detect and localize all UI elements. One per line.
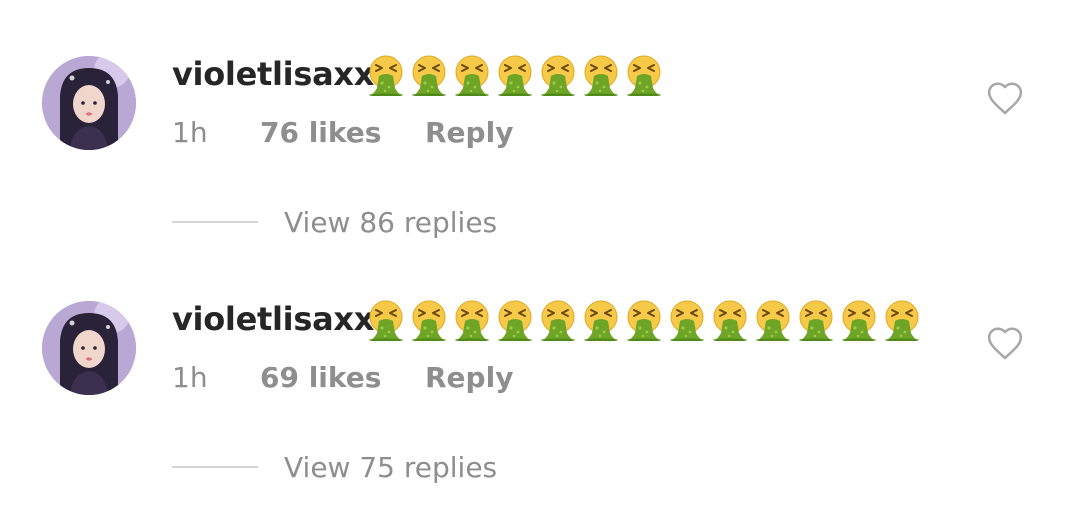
vomiting-face-emoji [540,54,576,96]
vomiting-face-emoji [798,299,834,341]
comment-meta: 1h 69 likes Reply [172,357,513,397]
comment: violetlisaxx 1h 76 likes Reply View 86 r… [0,0,1080,245]
vomiting-face-emoji [411,54,447,96]
vomiting-face-emoji [368,299,404,341]
vomiting-face-emoji [626,54,662,96]
view-replies-button[interactable]: View 75 replies [172,447,497,487]
username[interactable]: violetlisaxx [172,297,374,341]
vomiting-face-emoji [411,299,447,341]
replies-divider [172,466,258,468]
vomiting-face-emoji [626,299,662,341]
vomiting-face-emoji [583,54,619,96]
vomiting-face-emoji [454,54,490,96]
comment-time: 1h [172,115,208,149]
reply-button[interactable]: Reply [425,116,513,149]
replies-divider [172,221,258,223]
heart-outline-icon[interactable] [986,80,1024,116]
vomiting-face-emoji [669,299,705,341]
likes-count[interactable]: 69 likes [260,361,425,394]
vomiting-face-emoji [497,54,533,96]
vomiting-face-emoji [497,299,533,341]
comment-time: 1h [172,360,208,394]
view-replies-label: View 86 replies [284,205,498,239]
username[interactable]: violetlisaxx [172,52,374,96]
vomiting-face-emoji [454,299,490,341]
vomiting-face-emoji [841,299,877,341]
vomiting-face-emoji [712,299,748,341]
view-replies-label: View 75 replies [284,450,498,484]
comment-text [368,54,662,96]
view-replies-button[interactable]: View 86 replies [172,202,497,242]
vomiting-face-emoji [755,299,791,341]
comment-meta: 1h 76 likes Reply [172,112,513,152]
reply-button[interactable]: Reply [425,361,513,394]
comment-text [368,299,920,341]
avatar[interactable] [42,301,136,395]
likes-count[interactable]: 76 likes [260,116,425,149]
avatar[interactable] [42,56,136,150]
vomiting-face-emoji [884,299,920,341]
vomiting-face-emoji [540,299,576,341]
vomiting-face-emoji [368,54,404,96]
comment: violetlisaxx 1h 69 likes Reply View 75 r… [0,245,1080,490]
heart-outline-icon[interactable] [986,325,1024,361]
vomiting-face-emoji [583,299,619,341]
